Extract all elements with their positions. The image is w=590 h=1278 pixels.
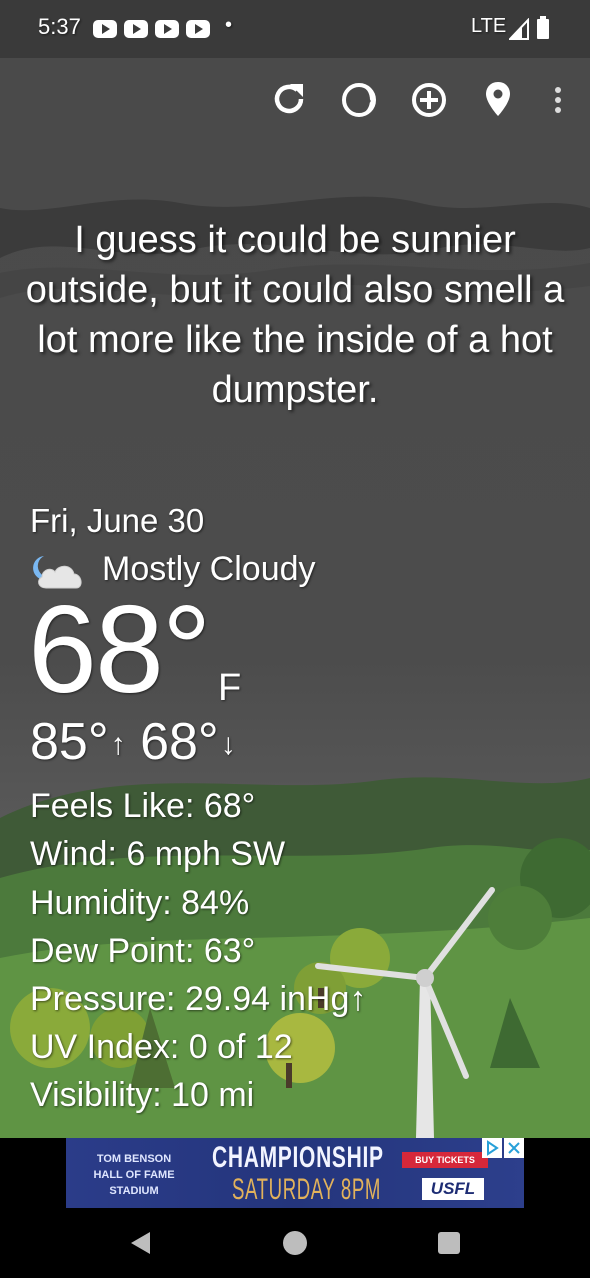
network-label: LTE	[471, 15, 507, 37]
ad-venue-line: STADIUM	[109, 1185, 159, 1197]
low-arrow-icon: ↓	[220, 728, 236, 762]
ad-banner[interactable]: TOM BENSON HALL OF FAME STADIUM CHAMPION…	[66, 1138, 524, 1208]
refresh-icon[interactable]	[270, 80, 308, 118]
ad-cta-button[interactable]: BUY TICKETS	[402, 1152, 488, 1168]
ad-venue-line: TOM BENSON	[96, 1153, 172, 1165]
forecast-date: Fri, June 30	[30, 502, 205, 539]
ad-headline: CHAMPIONSHIP	[212, 1141, 384, 1174]
navigation-bar	[0, 1208, 590, 1278]
status-dot: •	[225, 14, 233, 36]
status-bar: 5:37 • LTE	[0, 0, 590, 58]
ad-subline: SATURDAY 8PM	[232, 1173, 382, 1206]
high-temperature: 85°	[30, 713, 109, 771]
ad-venue: TOM BENSON HALL OF FAME STADIUM	[74, 1151, 194, 1199]
temperature-unit: F	[218, 667, 242, 709]
youtube-notification-icon	[186, 20, 210, 38]
ad-venue-line: HALL OF FAME	[93, 1169, 175, 1181]
current-temperature: 68°	[28, 581, 212, 719]
more-vert-icon[interactable]	[552, 86, 564, 114]
youtube-notification-icon	[155, 20, 179, 38]
recents-icon[interactable]	[437, 1231, 461, 1255]
ad-brand-logo: USFL	[422, 1178, 484, 1200]
weather-screen: 5:37 • LTE I guess it could be sunnier o…	[0, 0, 590, 1278]
detail-humidity: Humidity: 84%	[30, 884, 250, 922]
home-icon[interactable]	[282, 1230, 308, 1256]
battery-icon	[537, 16, 549, 39]
youtube-notification-icon	[124, 20, 148, 38]
youtube-notification-icon	[93, 20, 117, 38]
detail-visibility: Visibility: 10 mi	[30, 1076, 255, 1114]
ad-close-icon[interactable]	[504, 1138, 524, 1158]
ad-choices-icon[interactable]	[482, 1138, 502, 1158]
detail-dew-point: Dew Point: 63°	[30, 932, 256, 970]
detail-uv-index: UV Index: 0 of 12	[30, 1028, 293, 1066]
signal-icon	[509, 18, 529, 40]
back-icon[interactable]	[128, 1230, 154, 1256]
detail-feels-like: Feels Like: 68°	[30, 787, 256, 825]
low-temperature: 68°	[140, 713, 219, 771]
detail-pressure: Pressure: 29.94 inHg↑	[30, 980, 367, 1018]
location-pin-icon[interactable]	[484, 80, 512, 120]
high-low-temps: 85°↑ 68°↓	[30, 712, 236, 775]
weather-quote: I guess it could be sunnier outside, but…	[25, 219, 565, 411]
status-time: 5:37	[38, 14, 81, 39]
add-location-icon[interactable]	[410, 81, 448, 119]
detail-wind: Wind: 6 mph SW	[30, 835, 286, 873]
theme-icon[interactable]	[340, 81, 378, 119]
high-arrow-icon: ↑	[110, 728, 126, 762]
